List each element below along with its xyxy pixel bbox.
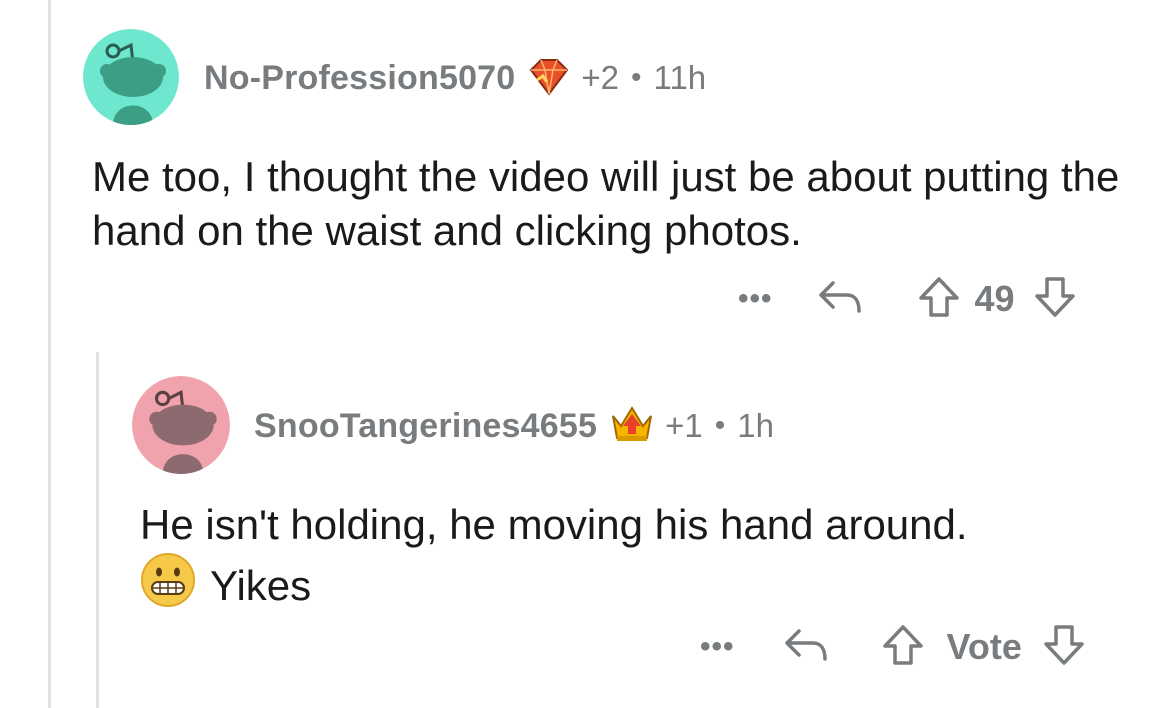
- body-line: Yikes: [140, 552, 1140, 621]
- username[interactable]: No-Profession5070: [204, 59, 515, 98]
- separator-dot: •: [631, 61, 642, 94]
- avatar[interactable]: [83, 29, 179, 125]
- body-text-yikes: Yikes: [210, 562, 312, 609]
- gold-crown-arrow-award-icon[interactable]: [609, 404, 655, 449]
- comment-actions: ••• 49: [738, 276, 1077, 322]
- downvote-icon[interactable]: [1042, 624, 1086, 671]
- vote-score: 49: [974, 278, 1015, 319]
- award-count: +1: [665, 407, 703, 444]
- more-options-button[interactable]: •••: [738, 282, 773, 316]
- comment-body: He isn't holding, he moving his hand aro…: [140, 498, 1140, 621]
- comment-meta: SnooTangerines4655 +1 • 1h: [254, 404, 774, 449]
- username[interactable]: SnooTangerines4655: [254, 407, 597, 446]
- avatar[interactable]: [132, 376, 230, 474]
- thread-line-root[interactable]: [48, 0, 51, 708]
- more-options-button[interactable]: •••: [700, 630, 735, 664]
- comment-body: Me too, I thought the video will just be…: [92, 153, 1120, 254]
- upvote-icon[interactable]: [917, 276, 961, 323]
- ruby-gem-award-icon[interactable]: [527, 56, 571, 101]
- body-line: He isn't holding, he moving his hand aro…: [140, 501, 968, 548]
- grimacing-face-icon: [140, 552, 196, 621]
- thread-line-reply[interactable]: [96, 352, 99, 708]
- vote-label: Vote: [946, 626, 1022, 667]
- comment-meta: No-Profession5070 +2 • 11h: [204, 58, 706, 98]
- reply-icon[interactable]: [817, 279, 863, 320]
- separator-dot: •: [714, 409, 726, 442]
- timestamp: 1h: [737, 407, 774, 444]
- award-count: +2: [581, 59, 620, 96]
- timestamp: 11h: [653, 59, 707, 96]
- comment-actions: ••• Vote: [700, 624, 1086, 670]
- downvote-icon[interactable]: [1033, 276, 1077, 323]
- upvote-icon[interactable]: [881, 624, 925, 671]
- reply-icon[interactable]: [783, 627, 829, 668]
